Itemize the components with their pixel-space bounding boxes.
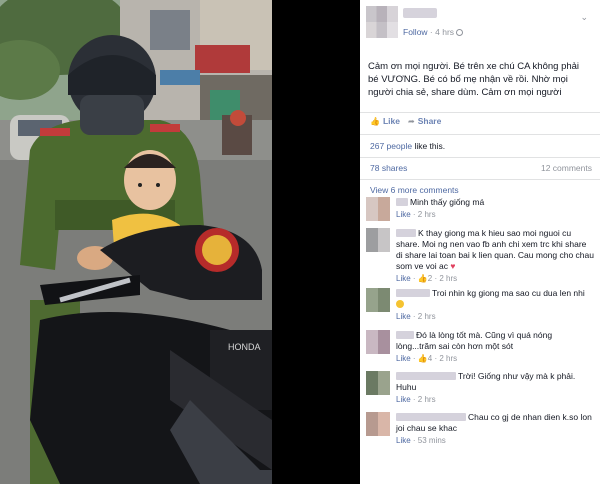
black-gap (272, 0, 360, 484)
chevron-down-icon[interactable]: ⌄ (580, 12, 588, 23)
comment-meta: Like · 2 hrs (396, 312, 436, 321)
thumbs-up-icon: 👍 (370, 117, 380, 126)
comment-like-button[interactable]: Like (396, 312, 411, 321)
divider (360, 157, 600, 158)
commenter-name-redacted[interactable] (396, 289, 430, 297)
likes-summary: 267 people like this. (370, 141, 445, 151)
share-button[interactable]: ➦ Share (408, 116, 441, 126)
likes-count-link[interactable]: 267 people (370, 141, 412, 151)
divider (360, 134, 600, 135)
commenter-name-redacted[interactable] (396, 372, 456, 380)
comment-body: Minh thấy giống má Like · 2 hrs (396, 197, 594, 220)
comment-meta: Like · 2 hrs (396, 395, 436, 404)
comment-text: Troi nhin kg giong ma sao cu dua len nhi (432, 288, 585, 298)
commenter-avatar[interactable] (366, 371, 390, 395)
comment-body: Troi nhin kg giong ma sao cu dua len nhi… (396, 288, 594, 322)
comment-meta: Like · 53 mins (396, 436, 446, 445)
divider (360, 179, 600, 180)
comment-body: K thay giong ma k hieu sao moi nguoi cu … (396, 228, 594, 284)
shares-row: 78 shares 12 comments (370, 163, 592, 173)
comment-time[interactable]: 2 hrs (418, 395, 436, 404)
post-photo[interactable]: HONDA (0, 0, 272, 484)
view-more-comments-link[interactable]: View 6 more comments (370, 185, 459, 195)
commenter-avatar[interactable] (366, 330, 390, 354)
commenter-avatar[interactable] (366, 197, 390, 221)
comment-body: Chau co gj de nhan dien k.so lon joi cha… (396, 412, 594, 446)
heart-icon: ♥ (450, 261, 456, 271)
comment-like-button[interactable]: Like (396, 210, 411, 219)
svg-text:HONDA: HONDA (228, 342, 261, 352)
commenter-avatar[interactable] (366, 228, 390, 252)
comment-time[interactable]: 2 hrs (439, 354, 457, 363)
post-actions: 👍 Like ➦ Share (360, 116, 600, 132)
post-header: Follow · 4 hrs ⌄ (360, 0, 600, 44)
commenter-avatar[interactable] (366, 412, 390, 436)
likes-suffix: like this. (412, 141, 446, 151)
post-text: Cảm ơn mọi người. Bé trên xe chú CA khôn… (368, 61, 580, 98)
comment-meta: Like · 👍2 · 2 hrs (396, 274, 458, 283)
comment-meta: Like · 2 hrs (396, 210, 436, 219)
author-avatar[interactable] (366, 6, 398, 38)
follow-button[interactable]: Follow (403, 27, 428, 37)
meta-separator: · (427, 27, 436, 37)
comment-meta: Like · 👍4 · 2 hrs (396, 354, 458, 363)
smiley-emoji-icon (396, 300, 404, 308)
comment-text: K thay giong ma k hieu sao moi nguoi cu … (396, 228, 594, 271)
post-time[interactable]: 4 hrs (435, 27, 454, 37)
comments-count[interactable]: 12 comments (541, 163, 592, 173)
thumbs-up-icon: 👍 (417, 274, 428, 283)
comment-like-button[interactable]: Like (396, 274, 411, 283)
commenter-name-redacted[interactable] (396, 198, 408, 206)
photo-illustration: HONDA (0, 0, 272, 484)
comment-text: Minh thấy giống má (410, 197, 485, 207)
like-button[interactable]: 👍 Like (370, 116, 400, 126)
comment-text: Đó là lòng tốt mà. Cũng vì quá nóng lòng… (396, 330, 553, 351)
comment-like-button[interactable]: Like (396, 354, 411, 363)
thumbs-up-icon: 👍 (417, 354, 428, 363)
comment-like-button[interactable]: Like (396, 436, 411, 445)
comment-time[interactable]: 2 hrs (439, 274, 457, 283)
share-label: Share (417, 116, 442, 126)
globe-icon (456, 29, 464, 36)
follow-row: Follow · 4 hrs (403, 27, 464, 37)
comment-time[interactable]: 53 mins (418, 436, 446, 445)
comment-body: Trời! Giống như vậy mà k phải. Huhu Like… (396, 371, 594, 405)
comment-body: Đó là lòng tốt mà. Cũng vì quá nóng lòng… (396, 330, 594, 364)
divider (360, 112, 600, 113)
commenter-name-redacted[interactable] (396, 331, 414, 339)
comment-time[interactable]: 2 hrs (418, 210, 436, 219)
shares-link[interactable]: 78 shares (370, 163, 407, 173)
author-name-redacted[interactable] (403, 8, 437, 18)
share-icon: ➦ (408, 117, 415, 126)
facebook-post: Follow · 4 hrs ⌄ Cảm ơn mọi người. Bé tr… (360, 0, 600, 484)
commenter-avatar[interactable] (366, 288, 390, 312)
comment-time[interactable]: 2 hrs (418, 312, 436, 321)
comment-like-button[interactable]: Like (396, 395, 411, 404)
comment-reaction-count[interactable]: 2 (428, 274, 432, 283)
like-label: Like (382, 116, 400, 126)
comment-reaction-count[interactable]: 4 (428, 354, 432, 363)
commenter-name-redacted[interactable] (396, 413, 466, 421)
commenter-name-redacted[interactable] (396, 229, 416, 237)
